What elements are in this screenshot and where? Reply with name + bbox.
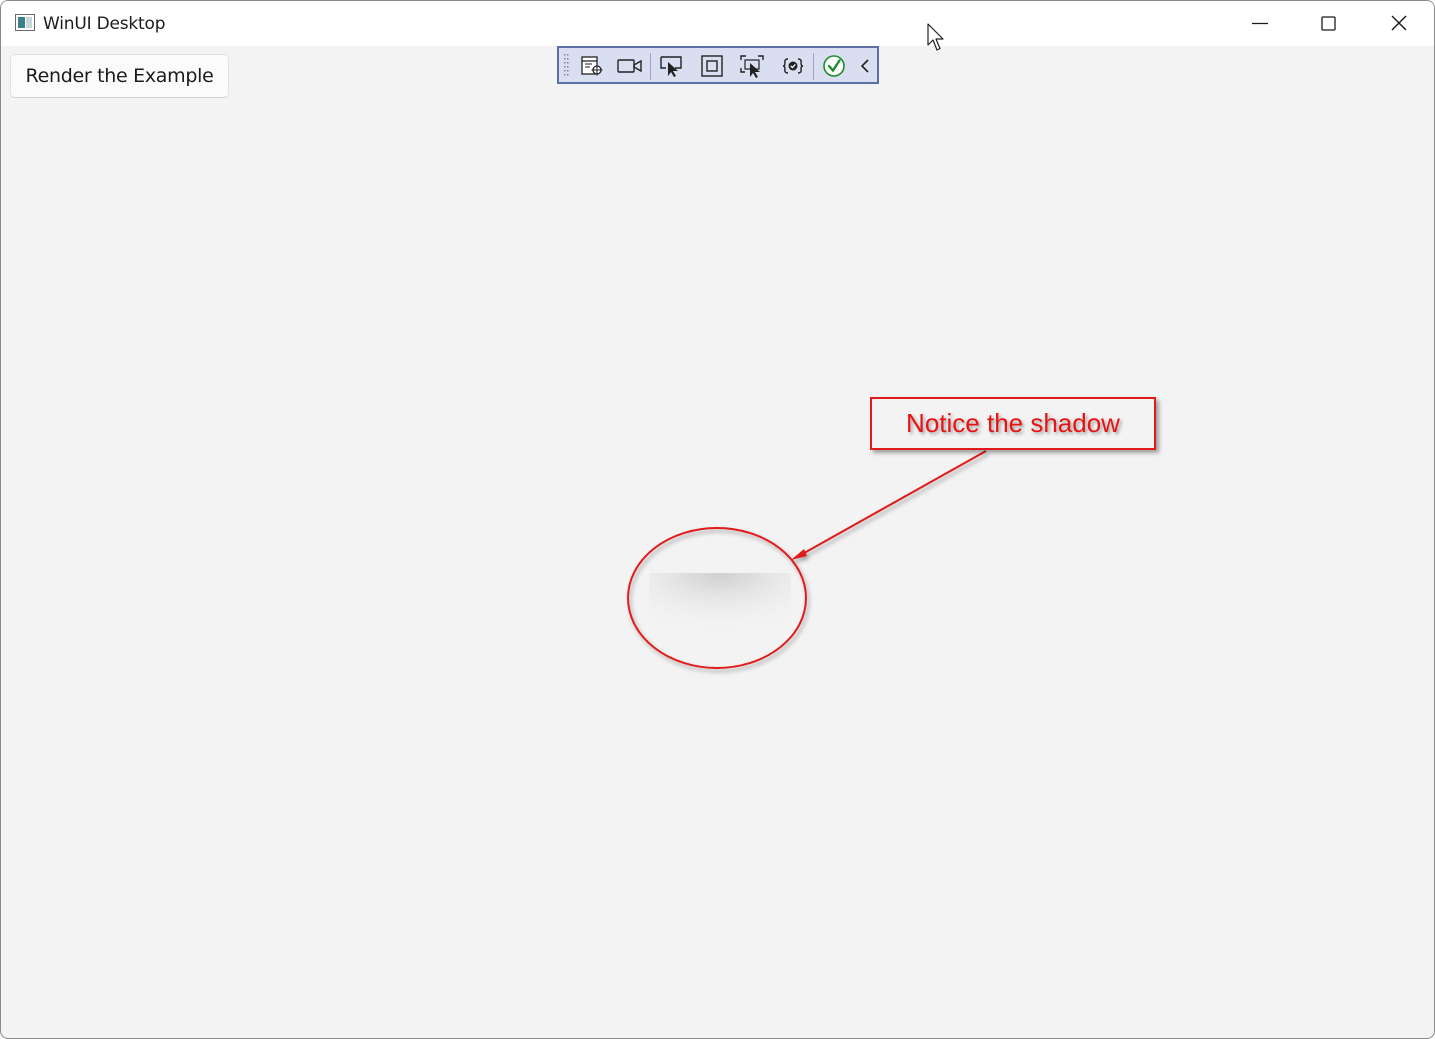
callout-arrow (791, 450, 987, 560)
rendered-shadow (649, 573, 791, 641)
annotation-callout-box: Notice the shadow (870, 397, 1156, 450)
annotation-overlay (627, 450, 987, 669)
annotation-text: Notice the shadow (906, 408, 1120, 438)
app-window: WinUI Desktop Render the Example Notice … (0, 0, 1435, 1039)
